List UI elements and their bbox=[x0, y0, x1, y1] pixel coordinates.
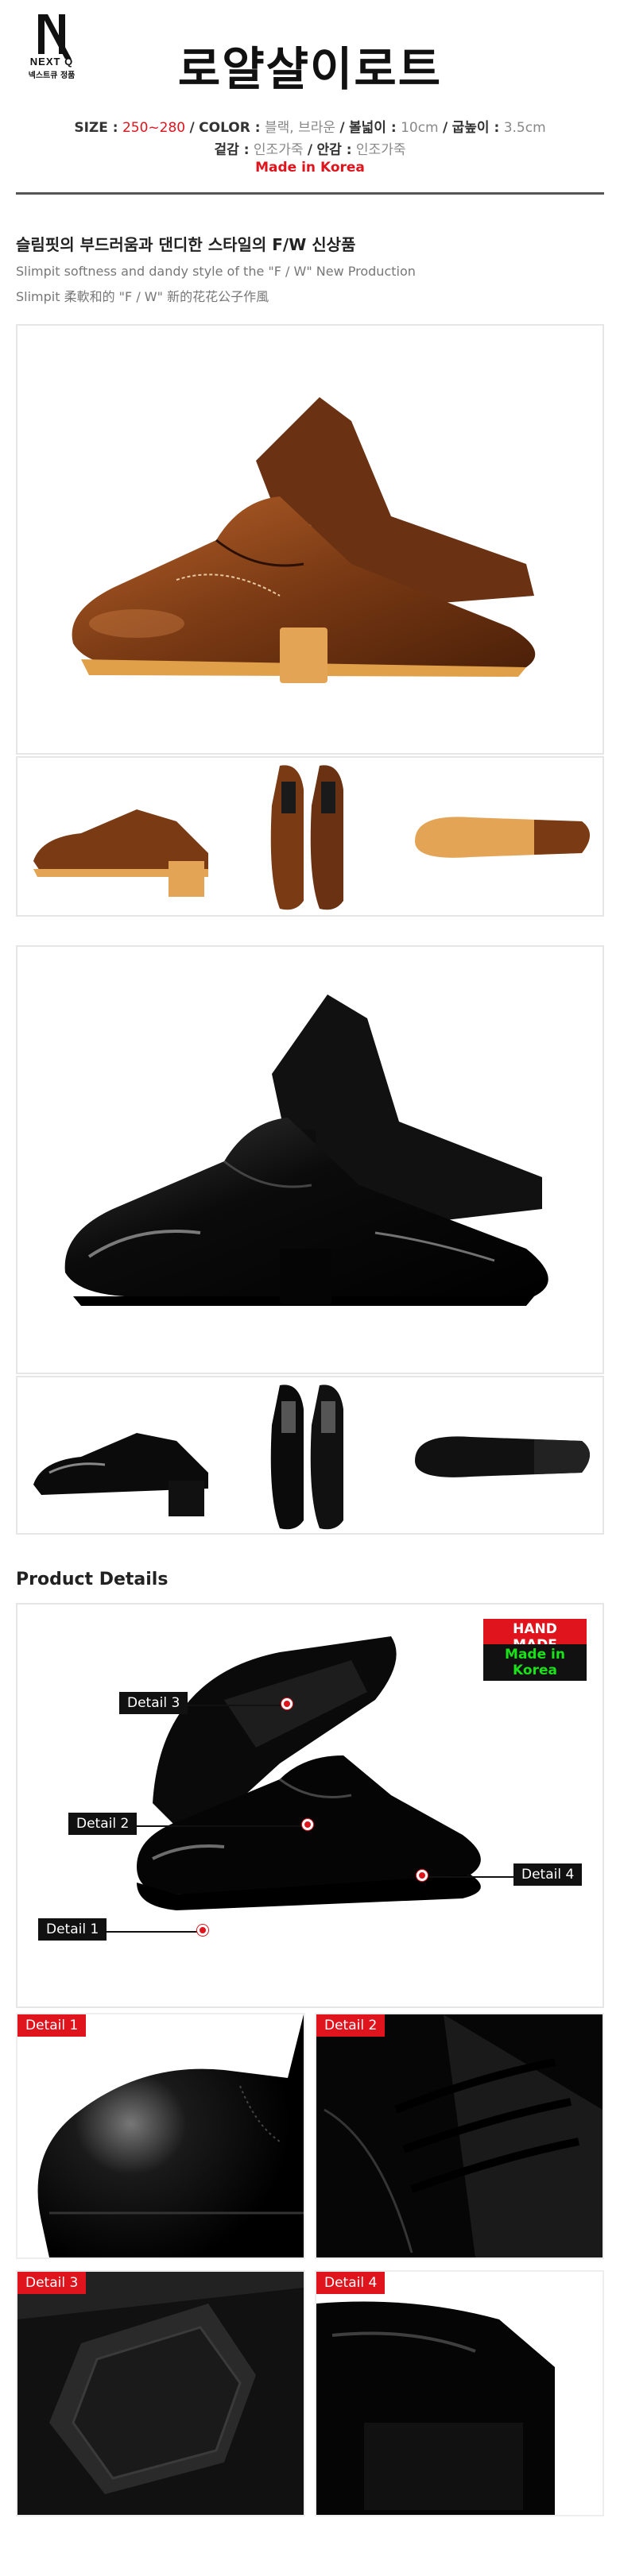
tagline-english: Slimpit softness and dandy style of the … bbox=[16, 264, 416, 279]
black-side-view-thumb[interactable] bbox=[17, 1377, 224, 1533]
product-page: NEXT Q 넥스트큐 정품 로얄샬이로트 SIZE : 250~280 / C… bbox=[0, 0, 620, 2576]
black-sole-view-thumb[interactable] bbox=[399, 1377, 603, 1533]
callout-detail-1[interactable]: Detail 1 bbox=[38, 1918, 107, 1941]
brown-sole-view-thumb[interactable] bbox=[399, 758, 603, 915]
detail-4-label: Detail 4 bbox=[316, 2272, 386, 2294]
leader-line bbox=[429, 1876, 517, 1878]
brown-shoe-pair-icon bbox=[72, 397, 536, 683]
heel-closeup-icon bbox=[316, 2272, 603, 2515]
detail-4-closeup[interactable]: Detail 4 bbox=[315, 2270, 604, 2516]
page-title: 로얄샬이로트 bbox=[177, 42, 443, 96]
brown-top-shoe-icon bbox=[270, 765, 343, 910]
hotspot-marker[interactable] bbox=[281, 1698, 293, 1709]
black-shoe-main-photo[interactable] bbox=[16, 945, 604, 1374]
leader-line bbox=[134, 1825, 307, 1827]
origin-label: Made in Korea bbox=[255, 160, 365, 176]
leader-line bbox=[184, 1705, 286, 1706]
detail-3-closeup[interactable]: Detail 3 bbox=[16, 2270, 305, 2516]
laces-closeup-icon bbox=[316, 2014, 603, 2257]
callout-detail-4[interactable]: Detail 4 bbox=[513, 1863, 583, 1886]
detail-3-label: Detail 3 bbox=[17, 2272, 87, 2294]
black-sole-icon bbox=[415, 1436, 590, 1477]
brown-shoe-main-photo[interactable] bbox=[16, 324, 604, 755]
hotspot-marker[interactable] bbox=[302, 1819, 313, 1830]
black-top-view-thumb[interactable] bbox=[224, 1377, 399, 1533]
black-side-shoe-icon bbox=[33, 1433, 208, 1516]
black-shoe-pair-icon bbox=[64, 994, 548, 1306]
tagline-chinese: Slimpit 柔軟和的 "F / W" 新的花花公子作風 bbox=[16, 289, 269, 304]
spec-line-2: 겉감 : 인조가죽 / 안감 : 인조가죽 bbox=[214, 142, 406, 158]
toe-cap-closeup-icon bbox=[37, 2014, 304, 2257]
sole-pattern-closeup-icon bbox=[17, 2272, 304, 2515]
spec-line-1: SIZE : 250~280 / COLOR : 블랙, 브라운 / 볼넓이 :… bbox=[74, 120, 546, 136]
hotspot-marker[interactable] bbox=[197, 1925, 208, 1936]
detail-2-closeup[interactable]: Detail 2 bbox=[315, 2013, 604, 2259]
brown-sole-icon bbox=[415, 817, 590, 858]
detail-1-label: Detail 1 bbox=[17, 2014, 87, 2037]
callout-detail-2[interactable]: Detail 2 bbox=[68, 1813, 138, 1835]
product-details-title: Product Details bbox=[16, 1570, 169, 1589]
header-divider bbox=[16, 192, 604, 195]
black-top-shoe-icon bbox=[270, 1385, 343, 1530]
detail-2-label: Detail 2 bbox=[316, 2014, 386, 2037]
callout-detail-3[interactable]: Detail 3 bbox=[119, 1692, 188, 1714]
brown-shoe-thumbnails bbox=[16, 756, 604, 917]
black-shoe-thumbnails bbox=[16, 1376, 604, 1535]
product-details-diagram: HAND MADE Made in Korea Detail 3 Detail … bbox=[16, 1603, 604, 2008]
made-in-korea-badge: Made in Korea bbox=[483, 1644, 587, 1681]
hotspot-marker[interactable] bbox=[417, 1870, 428, 1881]
brown-top-view-thumb[interactable] bbox=[224, 758, 399, 915]
detail-1-closeup[interactable]: Detail 1 bbox=[16, 2013, 305, 2259]
brown-side-view-thumb[interactable] bbox=[17, 758, 224, 915]
product-headline: 슬림핏의 부드러움과 댄디한 스타일의 F/W 신상품 bbox=[16, 235, 356, 254]
brown-side-shoe-icon bbox=[33, 809, 208, 897]
leader-line bbox=[103, 1931, 202, 1933]
